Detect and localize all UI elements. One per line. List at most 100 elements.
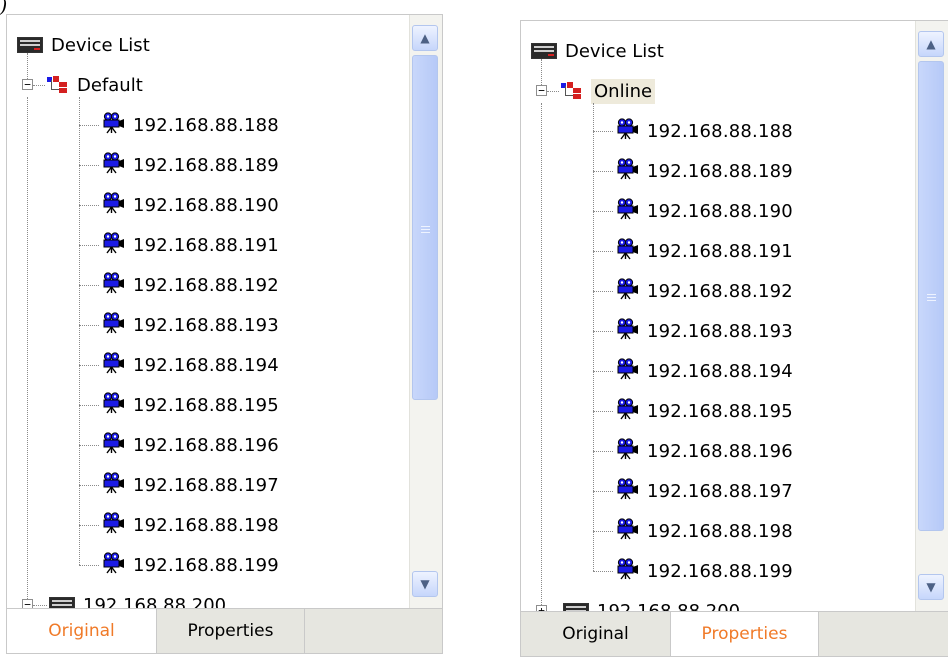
tab-bar: Original Properties xyxy=(7,608,442,653)
collapse-toggle[interactable]: − xyxy=(22,79,33,90)
tree-device-item[interactable]: 192.168.88.191 xyxy=(101,225,279,265)
tree-connector xyxy=(593,331,613,332)
tree-root-device-list[interactable]: Device List xyxy=(531,31,664,71)
tree-connector xyxy=(79,205,99,206)
device-ip-label: 192.168.88.198 xyxy=(647,520,793,542)
camera-icon xyxy=(615,238,639,264)
tree-group-node[interactable]: Online xyxy=(561,71,656,111)
tree-device-item[interactable]: 192.168.88.199 xyxy=(615,551,793,591)
camera-icon xyxy=(615,478,639,504)
tree-connector xyxy=(593,251,613,252)
tree-root-device-list[interactable]: Device List xyxy=(17,25,150,65)
device-ip-label: 192.168.88.189 xyxy=(133,154,279,176)
tree-device-item[interactable]: 192.168.88.198 xyxy=(101,505,279,545)
tree-device-item[interactable]: 192.168.88.192 xyxy=(615,271,793,311)
tree-connector xyxy=(27,97,28,599)
scroll-thumb[interactable] xyxy=(412,55,438,400)
tree-device-item[interactable]: 192.168.88.192 xyxy=(101,265,279,305)
tree-connector xyxy=(79,285,99,286)
tree-device-item[interactable]: 192.168.88.197 xyxy=(615,471,793,511)
device-tree[interactable]: Device List − Online 192.168.88.188 192.168.… xyxy=(521,21,916,612)
device-ip-label: 192.168.88.196 xyxy=(647,440,793,462)
device-list-icon xyxy=(531,43,557,59)
tree-connector xyxy=(79,405,99,406)
device-ip-label: 192.168.88.195 xyxy=(133,394,279,416)
tree-connector xyxy=(79,445,99,446)
tree-device-item[interactable]: 192.168.88.189 xyxy=(101,145,279,185)
tree-device-item[interactable]: 192.168.88.198 xyxy=(615,511,793,551)
camera-icon xyxy=(101,352,125,378)
tree-device-item[interactable]: 192.168.88.188 xyxy=(615,111,793,151)
tab-properties[interactable]: Properties xyxy=(157,609,305,653)
tab-bar: Original Properties xyxy=(521,611,948,656)
tree-group-node[interactable]: Default xyxy=(47,65,143,105)
device-group-icon xyxy=(47,76,69,94)
tab-original[interactable]: Original xyxy=(521,612,671,656)
tree-device-item[interactable]: 192.168.88.195 xyxy=(615,391,793,431)
tree-device-node[interactable]: 192.168.88.200 xyxy=(563,591,740,612)
tree-connector xyxy=(79,165,99,166)
tab-original[interactable]: Original xyxy=(7,609,157,653)
camera-icon xyxy=(615,318,639,344)
device-ip-label: 192.168.88.192 xyxy=(647,280,793,302)
device-ip-label: 192.168.88.190 xyxy=(647,200,793,222)
device-ip-label: 192.168.88.191 xyxy=(133,234,279,256)
tree-device-item[interactable]: 192.168.88.199 xyxy=(101,545,279,585)
device-ip-label: 192.168.88.190 xyxy=(133,194,279,216)
tree-device-item[interactable]: 192.168.88.196 xyxy=(615,431,793,471)
tree-device-item[interactable]: 192.168.88.195 xyxy=(101,385,279,425)
scroll-down-icon[interactable]: ▼ xyxy=(918,574,944,600)
camera-icon xyxy=(101,512,125,538)
scroll-up-icon[interactable]: ▲ xyxy=(412,25,438,51)
tree-group-label: Online xyxy=(591,78,656,104)
tree-connector xyxy=(541,103,542,605)
tree-connector xyxy=(33,85,45,86)
camera-icon xyxy=(615,198,639,224)
tree-connector xyxy=(79,325,99,326)
tree-connector xyxy=(593,451,613,452)
device-tree-panel-original: Device List − Default 192.168.88.188 192.168… xyxy=(6,14,443,654)
tree-connector xyxy=(79,565,99,566)
tree-device-item[interactable]: 192.168.88.194 xyxy=(615,351,793,391)
tree-device-item[interactable]: 192.168.88.194 xyxy=(101,345,279,385)
tree-device-item[interactable]: 192.168.88.189 xyxy=(615,151,793,191)
device-ip-label: 192.168.88.196 xyxy=(133,434,279,456)
tree-device-item[interactable]: 192.168.88.197 xyxy=(101,465,279,505)
device-ip-label: 192.168.88.194 xyxy=(133,354,279,376)
tree-device-item[interactable]: 192.168.88.193 xyxy=(615,311,793,351)
vertical-scrollbar[interactable]: ▲ ▼ xyxy=(915,21,948,612)
scroll-down-icon[interactable]: ▼ xyxy=(412,571,438,597)
tree-device-node[interactable]: 192.168.88.200 xyxy=(49,585,226,609)
scroll-thumb[interactable] xyxy=(918,61,944,531)
camera-icon xyxy=(101,312,125,338)
camera-icon xyxy=(615,358,639,384)
device-tree[interactable]: Device List − Default 192.168.88.188 192.168… xyxy=(7,15,410,609)
device-ip-label: 192.168.88.192 xyxy=(133,274,279,296)
collapse-toggle[interactable]: − xyxy=(536,85,547,96)
tree-connector xyxy=(79,485,99,486)
tree-connector xyxy=(593,371,613,372)
device-ip-label: 192.168.88.194 xyxy=(647,360,793,382)
camera-icon xyxy=(101,552,125,578)
device-ip-label: 192.168.88.191 xyxy=(647,240,793,262)
camera-icon xyxy=(101,432,125,458)
tree-device-item[interactable]: 192.168.88.193 xyxy=(101,305,279,345)
tree-device-item[interactable]: 192.168.88.190 xyxy=(101,185,279,225)
camera-icon xyxy=(101,272,125,298)
camera-icon xyxy=(615,158,639,184)
camera-icon xyxy=(615,398,639,424)
scroll-up-icon[interactable]: ▲ xyxy=(918,31,944,57)
tree-connector xyxy=(27,53,28,79)
tree-device-item[interactable]: 192.168.88.191 xyxy=(615,231,793,271)
vertical-scrollbar[interactable]: ▲ ▼ xyxy=(409,15,442,609)
tree-connector xyxy=(593,103,594,571)
camera-icon xyxy=(615,118,639,144)
tree-connector xyxy=(593,571,613,572)
tree-device-item[interactable]: 192.168.88.190 xyxy=(615,191,793,231)
tree-connector xyxy=(593,291,613,292)
tree-device-item[interactable]: 192.168.88.188 xyxy=(101,105,279,145)
tab-properties[interactable]: Properties xyxy=(671,612,819,656)
tree-device-item[interactable]: 192.168.88.196 xyxy=(101,425,279,465)
camera-icon xyxy=(101,472,125,498)
tree-connector xyxy=(541,59,542,85)
